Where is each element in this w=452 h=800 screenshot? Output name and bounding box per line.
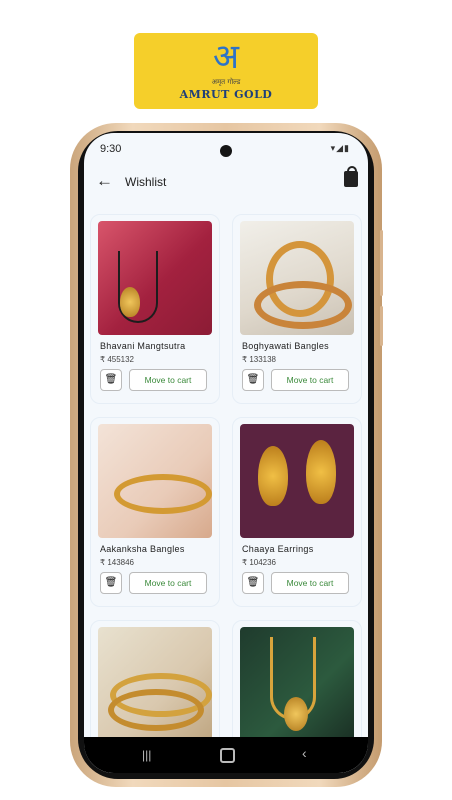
move-to-cart-button[interactable]: Move to cart xyxy=(129,369,207,391)
product-card[interactable]: Bhavani Mangtsutra ₹ 455132 🗑 Move to ca… xyxy=(90,214,220,404)
status-bar: 9:30 ▾◢▮ xyxy=(84,133,368,163)
back-chevron-icon[interactable]: ‹ xyxy=(302,745,307,761)
move-to-cart-button[interactable]: Move to cart xyxy=(271,572,349,594)
product-card[interactable]: Boghyawati Bangles ₹ 133138 🗑 Move to ca… xyxy=(232,214,362,404)
page-title: Wishlist xyxy=(125,175,167,189)
status-icons: ▾◢▮ xyxy=(330,143,350,153)
move-to-cart-button[interactable]: Move to cart xyxy=(129,572,207,594)
product-name: Bhavani Mangtsutra xyxy=(100,341,186,351)
product-image[interactable] xyxy=(240,221,354,335)
side-button xyxy=(380,230,383,296)
trash-icon[interactable]: 🗑 xyxy=(100,572,122,594)
product-price: ₹ 104236 xyxy=(242,558,277,567)
camera-icon xyxy=(220,145,232,157)
app-bar: ← Wishlist xyxy=(84,166,368,197)
earring-graphic xyxy=(258,446,288,506)
pendant-graphic xyxy=(284,697,308,731)
brand-logo: अ अमृत गोल्ड AMRUT GOLD xyxy=(134,33,318,109)
product-card[interactable]: Chaaya Earrings ₹ 104236 🗑 Move to cart xyxy=(232,417,362,607)
product-image[interactable] xyxy=(98,424,212,538)
back-arrow-icon[interactable]: ← xyxy=(96,171,113,191)
home-icon[interactable] xyxy=(220,748,235,763)
brand-glyph: अ xyxy=(213,37,239,77)
system-nav-bar: ||| ‹ xyxy=(84,737,368,773)
product-price: ₹ 143846 xyxy=(100,558,135,567)
screen: 9:30 ▾◢▮ ← Wishlist Bhavani Mangtsutra ₹… xyxy=(84,133,368,773)
product-name: Aakanksha Bangles xyxy=(100,544,185,554)
bangle-graphic xyxy=(114,474,212,514)
product-image[interactable] xyxy=(98,221,212,335)
bangle-graphic xyxy=(108,689,204,731)
product-image[interactable] xyxy=(240,424,354,538)
side-button xyxy=(380,306,383,346)
pendant-graphic xyxy=(120,287,140,317)
trash-icon[interactable]: 🗑 xyxy=(242,572,264,594)
trash-icon[interactable]: 🗑 xyxy=(100,369,122,391)
product-image[interactable] xyxy=(240,627,354,741)
brand-tagline: अमृत गोल्ड xyxy=(211,78,241,86)
bangle-graphic xyxy=(254,281,352,329)
shopping-bag-icon[interactable] xyxy=(344,166,358,187)
product-image[interactable] xyxy=(98,627,212,741)
product-name: Chaaya Earrings xyxy=(242,544,314,554)
product-card[interactable]: Aakanksha Bangles ₹ 143846 🗑 Move to car… xyxy=(90,417,220,607)
product-name: Boghyawati Bangles xyxy=(242,341,329,351)
trash-icon[interactable]: 🗑 xyxy=(242,369,264,391)
product-price: ₹ 455132 xyxy=(100,355,135,364)
product-price: ₹ 133138 xyxy=(242,355,277,364)
status-time: 9:30 xyxy=(100,143,122,155)
move-to-cart-button[interactable]: Move to cart xyxy=(271,369,349,391)
earring-graphic xyxy=(306,440,336,504)
brand-name: AMRUT GOLD xyxy=(179,88,273,101)
recent-apps-icon[interactable]: ||| xyxy=(142,748,154,762)
